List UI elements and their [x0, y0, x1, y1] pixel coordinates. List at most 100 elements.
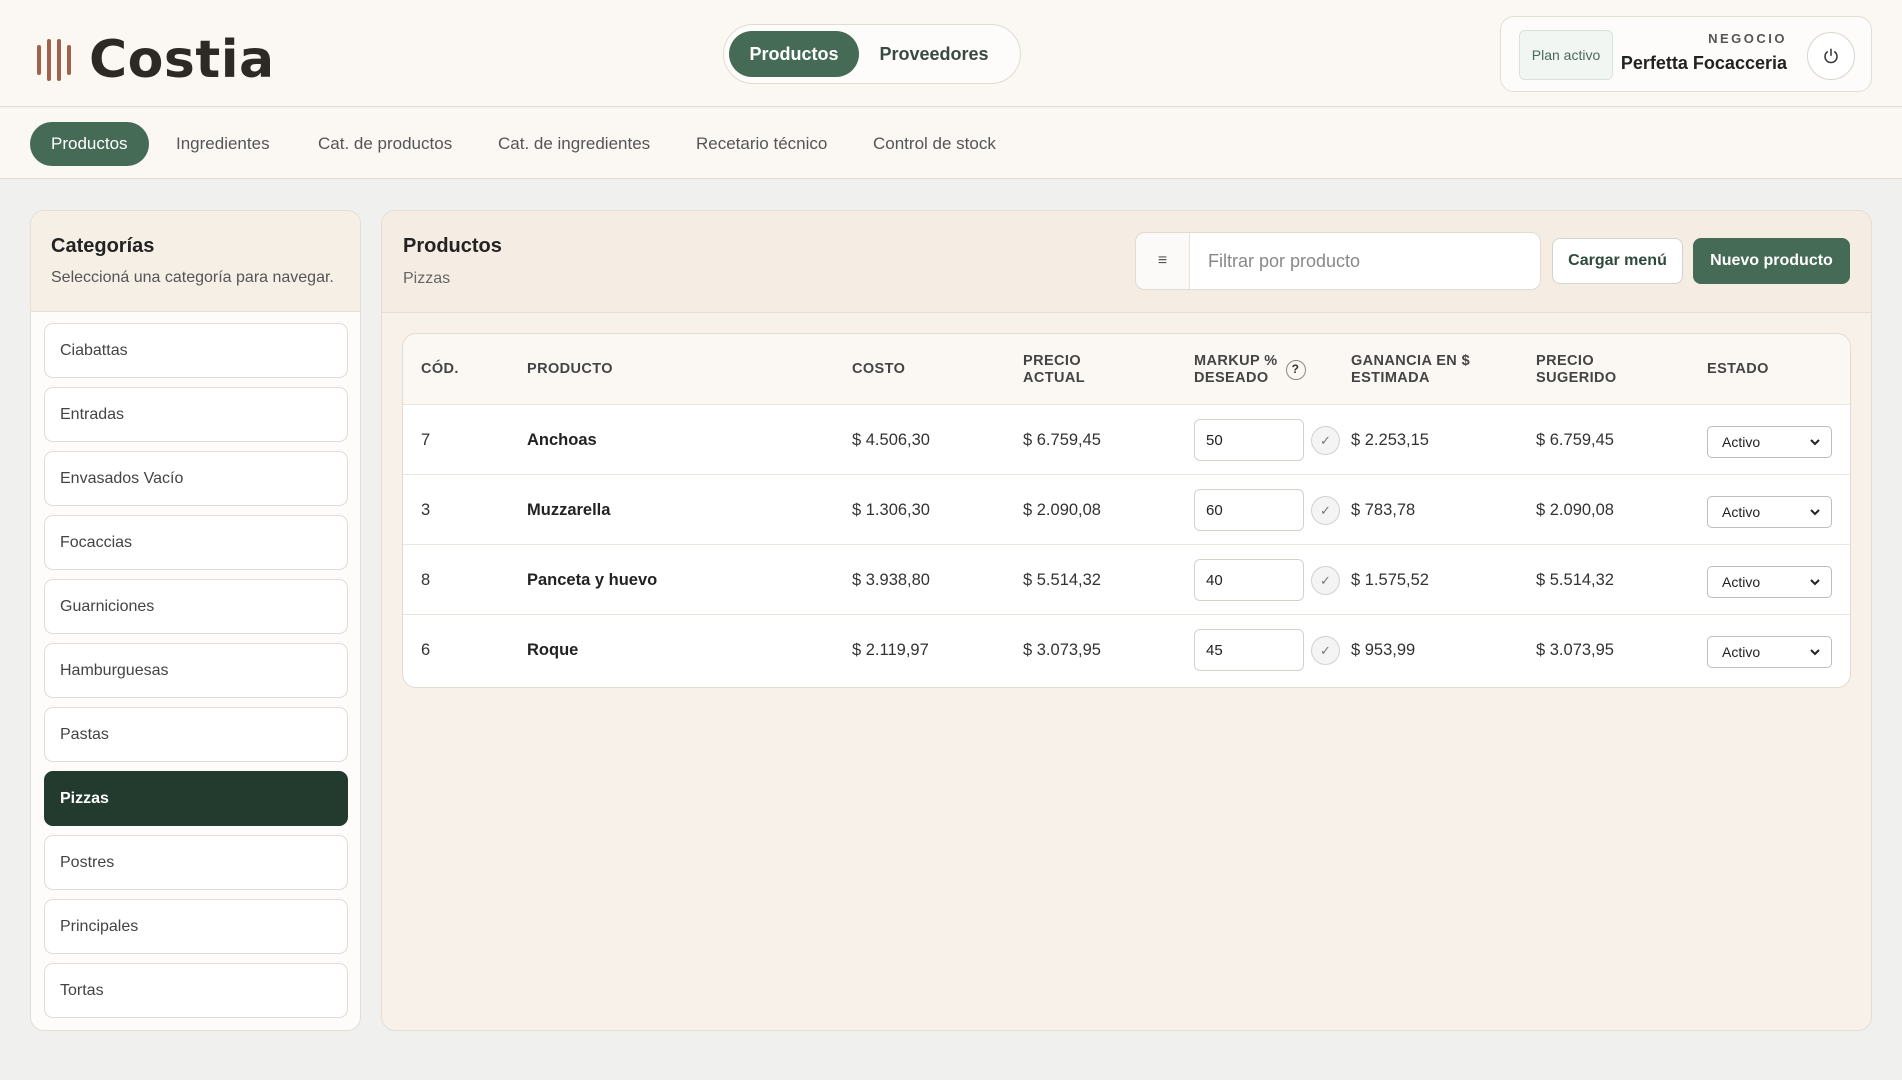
sidebar-title: Categorías: [51, 235, 155, 257]
cell-code: 3: [421, 500, 431, 519]
subnav-recetario[interactable]: Recetario técnico: [696, 122, 827, 166]
category-item[interactable]: Tortas: [44, 963, 348, 1018]
app-logo[interactable]: Costia: [37, 30, 275, 90]
table-row: 8 Panceta y huevo $ 3.938,80 $ 5.514,32 …: [403, 545, 1850, 615]
col-suggested-price: PRECIO SUGERIDO: [1536, 334, 1617, 405]
category-item[interactable]: Pastas: [44, 707, 348, 762]
toggle-proveedores[interactable]: Proveedores: [859, 31, 1009, 77]
power-icon: [1824, 48, 1838, 64]
new-product-button[interactable]: Nuevo producto: [1693, 238, 1850, 284]
chevron-down-icon: [1810, 649, 1820, 656]
cell-product[interactable]: Anchoas: [527, 405, 597, 475]
status-select[interactable]: Activo: [1707, 566, 1832, 598]
status-value: Activo: [1722, 574, 1761, 590]
category-item[interactable]: Hamburguesas: [44, 643, 348, 698]
subnav-control-stock[interactable]: Control de stock: [873, 122, 996, 166]
status-value: Activo: [1722, 434, 1761, 450]
products-panel: Productos Pizzas ≡ Cargar menú Nuevo pro…: [381, 210, 1872, 1031]
check-icon[interactable]: ✓: [1311, 636, 1340, 665]
markup-input[interactable]: [1194, 559, 1304, 601]
top-header: Costia Productos Proveedores Plan activo…: [0, 0, 1902, 107]
sub-navigation: Productos Ingredientes Cat. de productos…: [0, 108, 1902, 179]
cell-suggested-price: $ 2.090,08: [1536, 500, 1614, 519]
category-item[interactable]: Postres: [44, 835, 348, 890]
business-label: NEGOCIO: [1708, 31, 1787, 46]
col-profit-line2: ESTIMADA: [1351, 369, 1430, 386]
table-header: CÓD. PRODUCTO COSTO PRECIO ACTUAL MARKUP …: [403, 334, 1850, 405]
category-list: Ciabattas Entradas Envasados Vacío Focac…: [31, 312, 360, 1018]
status-select[interactable]: Activo: [1707, 426, 1832, 458]
cell-profit: $ 2.253,15: [1351, 430, 1429, 449]
category-item[interactable]: Guarniciones: [44, 579, 348, 634]
chevron-down-icon: [1810, 579, 1820, 586]
markup-input[interactable]: [1194, 489, 1304, 531]
load-menu-button[interactable]: Cargar menú: [1552, 238, 1683, 284]
col-current-price: PRECIO ACTUAL: [1023, 334, 1085, 405]
panel-subtitle: Pizzas: [403, 270, 451, 287]
cell-suggested-price: $ 6.759,45: [1536, 430, 1614, 449]
sidebar-subtitle: Seleccioná una categoría para navegar.: [51, 269, 334, 286]
cell-suggested-price: $ 3.073,95: [1536, 640, 1614, 659]
category-item[interactable]: Envasados Vacío: [44, 451, 348, 506]
subnav-productos[interactable]: Productos: [30, 122, 149, 166]
panel-header: Productos Pizzas ≡ Cargar menú Nuevo pro…: [382, 211, 1871, 313]
col-markup-line1: MARKUP %: [1194, 352, 1278, 369]
cell-profit: $ 1.575,52: [1351, 570, 1429, 589]
col-cost: COSTO: [852, 361, 906, 378]
search-input[interactable]: [1190, 233, 1540, 289]
category-item[interactable]: Focaccias: [44, 515, 348, 570]
col-suggested-line1: PRECIO: [1536, 352, 1594, 369]
col-code: CÓD.: [421, 361, 459, 378]
plan-badge[interactable]: Plan activo: [1519, 30, 1613, 80]
category-item[interactable]: Ciabattas: [44, 323, 348, 378]
status-select[interactable]: Activo: [1707, 636, 1832, 668]
cell-current-price: $ 5.514,32: [1023, 570, 1101, 589]
cell-cost: $ 4.506,30: [852, 430, 930, 449]
check-icon[interactable]: ✓: [1311, 426, 1340, 455]
col-markup: MARKUP % DESEADO ?: [1194, 334, 1306, 405]
markup-input[interactable]: [1194, 419, 1304, 461]
table-row: 6 Roque $ 2.119,97 $ 3.073,95 ✓ $ 953,99…: [403, 615, 1850, 685]
col-suggested-line2: SUGERIDO: [1536, 369, 1617, 386]
cell-current-price: $ 6.759,45: [1023, 430, 1101, 449]
cell-current-price: $ 2.090,08: [1023, 500, 1101, 519]
category-item-selected[interactable]: Pizzas: [44, 771, 348, 826]
subnav-cat-productos[interactable]: Cat. de productos: [318, 122, 452, 166]
status-select[interactable]: Activo: [1707, 496, 1832, 528]
col-profit-line1: GANANCIA EN $: [1351, 352, 1471, 369]
check-icon[interactable]: ✓: [1311, 496, 1340, 525]
col-current-price-line2: ACTUAL: [1023, 369, 1086, 386]
products-table: CÓD. PRODUCTO COSTO PRECIO ACTUAL MARKUP …: [402, 333, 1851, 688]
business-name: Perfetta Focacceria: [1620, 53, 1787, 73]
logout-button[interactable]: [1807, 32, 1855, 80]
panel-title: Productos: [403, 235, 502, 257]
cell-product[interactable]: Panceta y huevo: [527, 545, 657, 615]
subnav-ingredientes[interactable]: Ingredientes: [176, 122, 270, 166]
col-product: PRODUCTO: [527, 361, 613, 378]
table-row: 7 Anchoas $ 4.506,30 $ 6.759,45 ✓ $ 2.25…: [403, 405, 1850, 475]
markup-input[interactable]: [1194, 629, 1304, 671]
cell-code: 7: [421, 430, 431, 449]
business-box: Plan activo NEGOCIO Perfetta Focacceria: [1500, 16, 1872, 92]
cell-cost: $ 1.306,30: [852, 500, 930, 519]
help-icon[interactable]: ?: [1285, 359, 1306, 380]
cell-suggested-price: $ 5.514,32: [1536, 570, 1614, 589]
cell-code: 6: [421, 640, 431, 659]
logo-bars-icon: [37, 39, 71, 81]
cell-product[interactable]: Roque: [527, 615, 578, 685]
cell-profit: $ 783,78: [1351, 500, 1416, 519]
check-icon[interactable]: ✓: [1311, 566, 1340, 595]
search-box: ≡: [1135, 232, 1541, 290]
status-value: Activo: [1722, 504, 1761, 520]
cell-product[interactable]: Muzzarella: [527, 475, 610, 545]
col-profit: GANANCIA EN $ ESTIMADA: [1351, 334, 1470, 405]
status-value: Activo: [1722, 644, 1761, 660]
toggle-productos[interactable]: Productos: [729, 31, 859, 77]
filter-icon[interactable]: ≡: [1136, 233, 1190, 289]
category-sidebar: Categorías Seleccioná una categoría para…: [30, 210, 361, 1031]
col-current-price-line1: PRECIO: [1023, 352, 1081, 369]
app-name: Costia: [89, 30, 275, 90]
category-item[interactable]: Principales: [44, 899, 348, 954]
category-item[interactable]: Entradas: [44, 387, 348, 442]
subnav-cat-ingredientes[interactable]: Cat. de ingredientes: [498, 122, 650, 166]
